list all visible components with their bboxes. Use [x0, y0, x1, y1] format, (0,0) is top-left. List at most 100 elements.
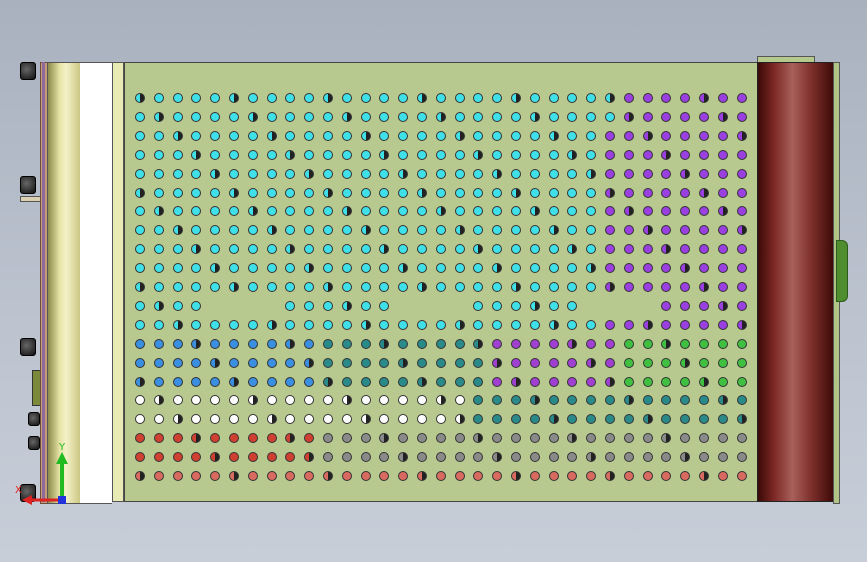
vent-hole	[398, 395, 409, 406]
vent-hole	[341, 282, 352, 292]
vent-hole	[435, 452, 446, 463]
vent-hole	[191, 414, 202, 425]
vent-hole	[379, 395, 390, 406]
vent-hole	[567, 300, 578, 311]
vent-hole	[304, 282, 315, 292]
vent-hole	[153, 225, 164, 236]
vent-hole	[605, 471, 615, 481]
vent-hole	[398, 130, 409, 141]
white-face	[80, 62, 112, 504]
vent-hole	[266, 338, 277, 349]
vent-hole	[247, 433, 258, 444]
vent-hole	[135, 187, 145, 198]
vent-hole	[454, 282, 465, 292]
vent-hole	[492, 225, 503, 236]
vent-hole	[266, 225, 277, 236]
vent-hole	[266, 130, 277, 141]
vent-hole	[379, 319, 390, 330]
vent-hole	[379, 300, 390, 311]
vent-hole	[586, 452, 597, 463]
vent-hole	[379, 130, 390, 141]
vent-hole	[623, 168, 634, 179]
vent-hole	[285, 263, 296, 274]
vent-hole	[680, 376, 691, 387]
vent-hole	[623, 395, 634, 406]
vent-hole	[323, 471, 333, 481]
vent-hole	[229, 395, 239, 406]
vent-hole	[417, 452, 427, 463]
vent-hole	[323, 414, 333, 425]
vent-hole	[680, 149, 691, 160]
vent-hole	[680, 225, 691, 236]
vent-hole	[736, 206, 747, 217]
vent-hole	[529, 300, 540, 311]
vent-hole	[172, 319, 183, 330]
vent-hole	[304, 376, 315, 387]
vent-hole	[548, 395, 559, 406]
vent-hole	[247, 168, 258, 179]
vent-hole	[266, 263, 277, 274]
vent-hole	[511, 376, 521, 387]
vent-hole	[492, 168, 503, 179]
vent-hole	[229, 130, 239, 141]
vent-hole	[360, 206, 371, 217]
vent-hole	[511, 300, 521, 311]
vent-hole	[548, 452, 559, 463]
vent-hole	[661, 319, 672, 330]
vent-hole	[398, 263, 409, 274]
cad-viewport[interactable]: Y X	[0, 0, 867, 562]
vent-hole	[247, 130, 258, 141]
vent-hole	[341, 111, 352, 122]
vent-hole	[699, 168, 709, 179]
vent-hole	[191, 452, 202, 463]
vent-hole	[210, 111, 221, 122]
vent-hole	[661, 282, 672, 292]
vent-hole	[304, 206, 315, 217]
vent-hole	[266, 414, 277, 425]
vent-hole	[661, 93, 672, 103]
vent-hole	[435, 130, 446, 141]
vent-hole	[699, 395, 709, 406]
vent-hole	[398, 376, 409, 387]
vent-hole	[266, 244, 277, 255]
vent-hole	[210, 149, 221, 160]
vent-hole	[529, 263, 540, 274]
vent-hole	[229, 168, 239, 179]
x-axis-label: X	[15, 485, 22, 496]
vent-hole	[511, 168, 521, 179]
vent-hole	[304, 93, 315, 103]
front-knob-top	[20, 62, 36, 80]
vent-hole	[623, 111, 634, 122]
vent-hole	[529, 225, 540, 236]
vent-hole	[661, 130, 672, 141]
vent-hole	[304, 452, 315, 463]
vent-hole	[699, 300, 709, 311]
vent-hole	[699, 206, 709, 217]
vent-hole	[417, 263, 427, 274]
vent-hole	[247, 376, 258, 387]
vent-hole	[360, 300, 371, 311]
vent-hole	[360, 433, 371, 444]
vent-hole	[680, 244, 691, 255]
vent-hole	[323, 244, 333, 255]
vent-hole	[586, 319, 597, 330]
vent-hole	[699, 225, 709, 236]
gold-side-rail	[47, 62, 82, 504]
vent-hole	[210, 319, 221, 330]
vent-hole	[247, 395, 258, 406]
vent-hole	[266, 282, 277, 292]
vent-hole	[511, 149, 521, 160]
vent-hole	[398, 471, 409, 481]
vent-hole	[417, 319, 427, 330]
vent-hole	[717, 93, 728, 103]
vent-hole	[172, 395, 183, 406]
vent-hole	[417, 206, 427, 217]
vent-hole	[379, 168, 390, 179]
vent-hole	[623, 414, 634, 425]
vent-hole	[379, 452, 390, 463]
vent-hole	[623, 263, 634, 274]
vent-hole	[323, 357, 333, 368]
vent-hole	[191, 225, 202, 236]
vent-hole	[341, 130, 352, 141]
vent-hole	[229, 206, 239, 217]
